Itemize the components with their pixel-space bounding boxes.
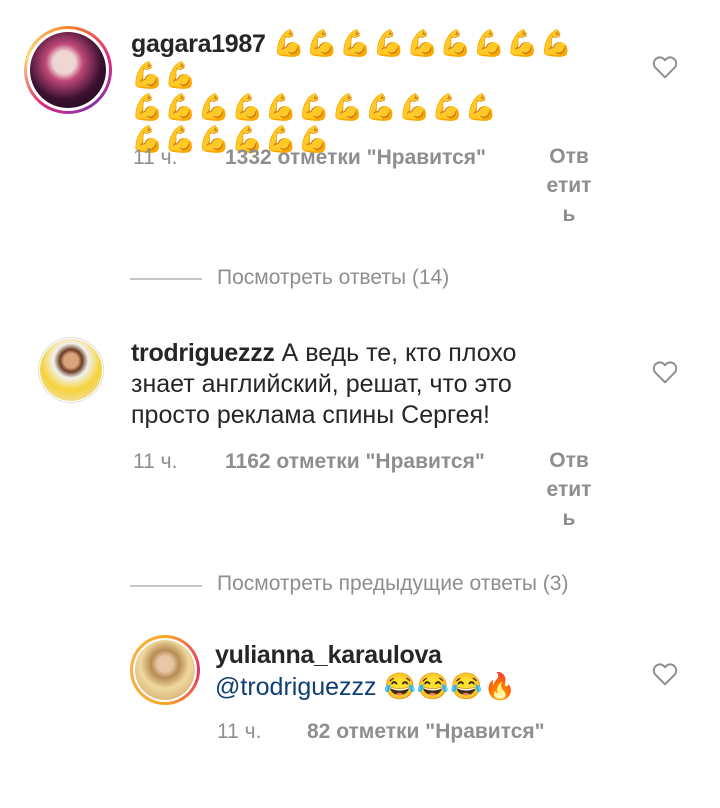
comment-text: yulianna_karaulova @trodriguezzz 😂😂😂🔥 <box>215 640 635 703</box>
view-previous-replies-button[interactable]: Посмотреть предыдущие ответы (3) <box>217 572 568 596</box>
heart-icon[interactable] <box>652 662 678 686</box>
comment-mention-link[interactable]: @trodriguezzz <box>215 673 377 701</box>
comment-likes[interactable]: 1332 отметки "Нравится" <box>225 146 486 170</box>
comment-username[interactable]: trodriguezzz <box>131 339 275 367</box>
comment-text: trodriguezzz А ведь те, кто плохо знает … <box>131 338 601 431</box>
comment-body: знает английский, решат, что это <box>131 370 512 398</box>
comment-text: gagara1987 💪💪💪💪💪💪💪💪💪💪💪 💪💪💪💪💪💪💪💪💪💪💪 💪💪💪💪💪… <box>131 28 591 156</box>
comment-username[interactable]: yulianna_karaulova <box>215 641 442 669</box>
comment-likes[interactable]: 82 отметки "Нравится" <box>307 720 545 744</box>
reply-button[interactable]: Ответить <box>546 446 592 533</box>
comment-username[interactable]: gagara1987 <box>131 30 266 58</box>
heart-icon[interactable] <box>652 360 678 384</box>
comment-body: А ведь те, кто плохо <box>274 339 517 367</box>
comment-likes[interactable]: 1162 отметки "Нравится" <box>225 450 485 474</box>
divider-line <box>130 278 202 280</box>
comment-body: просто реклама спины Сергея! <box>131 401 490 429</box>
avatar-gagara1987[interactable] <box>24 26 112 114</box>
comment-body: 💪💪💪💪💪💪💪💪💪💪💪 <box>131 92 499 122</box>
comment-time: 11 ч. <box>217 720 262 743</box>
comment-body: 😂😂😂🔥 <box>383 671 518 701</box>
heart-icon[interactable] <box>652 55 678 79</box>
comment-time: 11 ч. <box>133 146 178 169</box>
avatar-yulianna_karaulova[interactable] <box>130 635 200 705</box>
view-replies-button[interactable]: Посмотреть ответы (14) <box>217 266 449 290</box>
divider-line <box>130 585 202 587</box>
reply-button[interactable]: Ответить <box>546 142 592 229</box>
avatar-trodriguezzz[interactable] <box>38 337 104 403</box>
comment-time: 11 ч. <box>133 450 178 473</box>
